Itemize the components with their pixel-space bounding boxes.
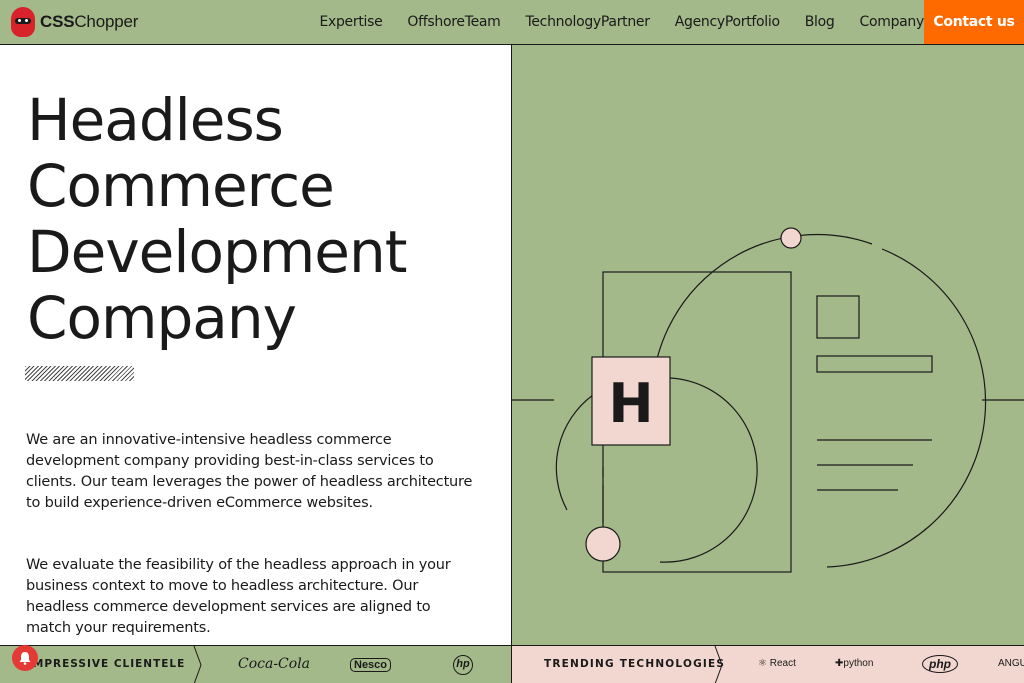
clientele-strip: IMPRESSIVE CLIENTELE Coca-Cola Nesco hp — [0, 646, 512, 683]
title-line: Development — [27, 218, 407, 286]
feasibility-paragraph: We evaluate the feasibility of the headl… — [26, 557, 451, 636]
title-line: Headless — [27, 86, 284, 154]
arc-top-left — [651, 233, 873, 401]
logo-strip: IMPRESSIVE CLIENTELE Coca-Cola Nesco hp … — [0, 645, 1024, 683]
dot-top — [780, 227, 802, 249]
text-bar — [816, 355, 933, 373]
nav-technology-partner[interactable]: TechnologyPartner — [526, 14, 651, 30]
client-hp: hp — [453, 655, 473, 675]
hatch-divider — [25, 366, 134, 381]
logo[interactable]: CSSChopper — [11, 7, 138, 37]
logo-text: CSSChopper — [40, 12, 139, 31]
chevron-right-icon — [193, 646, 202, 683]
dot-bottom — [585, 526, 621, 562]
technologies-strip: TRENDING TECHNOLOGIES ⚛ React ✚python ph… — [512, 646, 1024, 683]
client-coca-cola: Coca-Cola — [238, 656, 311, 672]
clientele-label: IMPRESSIVE CLIENTELE — [28, 658, 186, 670]
nav-blog[interactable]: Blog — [805, 14, 835, 30]
hero-illustration: H — [512, 45, 1024, 645]
contact-us-button[interactable]: Contact us — [924, 0, 1024, 44]
chevron-right-icon — [714, 646, 723, 683]
arc-inner-right — [659, 377, 758, 563]
client-nesco: Nesco — [350, 658, 392, 672]
arc-right — [826, 248, 987, 568]
headless-illustration: H — [512, 227, 1024, 573]
main-nav: Expertise OffshoreTeam TechnologyPartner… — [319, 0, 924, 44]
title-line: Company — [27, 284, 297, 352]
hero-text-panel: Headless Commerce Development Company We… — [0, 45, 512, 645]
page-title: Headless Commerce Development Company — [27, 86, 407, 352]
intro-paragraph: We are an innovative-intensive headless … — [26, 432, 473, 511]
h-letter: H — [608, 372, 653, 435]
bell-icon — [19, 652, 31, 665]
title-line: Commerce — [27, 152, 335, 220]
nav-expertise[interactable]: Expertise — [319, 14, 382, 30]
site-header: CSSChopper Expertise OffshoreTeam Techno… — [0, 0, 1024, 45]
tech-php: php — [922, 655, 958, 673]
nav-company[interactable]: Company — [859, 14, 924, 30]
image-placeholder — [816, 295, 860, 339]
tech-react: ⚛ React — [758, 658, 796, 669]
tech-python: ✚python — [835, 658, 874, 669]
nav-agency-portfolio[interactable]: AgencyPortfolio — [675, 14, 780, 30]
technologies-label: TRENDING TECHNOLOGIES — [544, 658, 726, 670]
tech-angular: ANGU — [998, 658, 1024, 669]
nav-offshore-team[interactable]: OffshoreTeam — [407, 14, 500, 30]
arc-inner-left — [555, 394, 594, 511]
notification-bell-button[interactable] — [12, 645, 38, 671]
ninja-logo-icon — [11, 7, 35, 37]
